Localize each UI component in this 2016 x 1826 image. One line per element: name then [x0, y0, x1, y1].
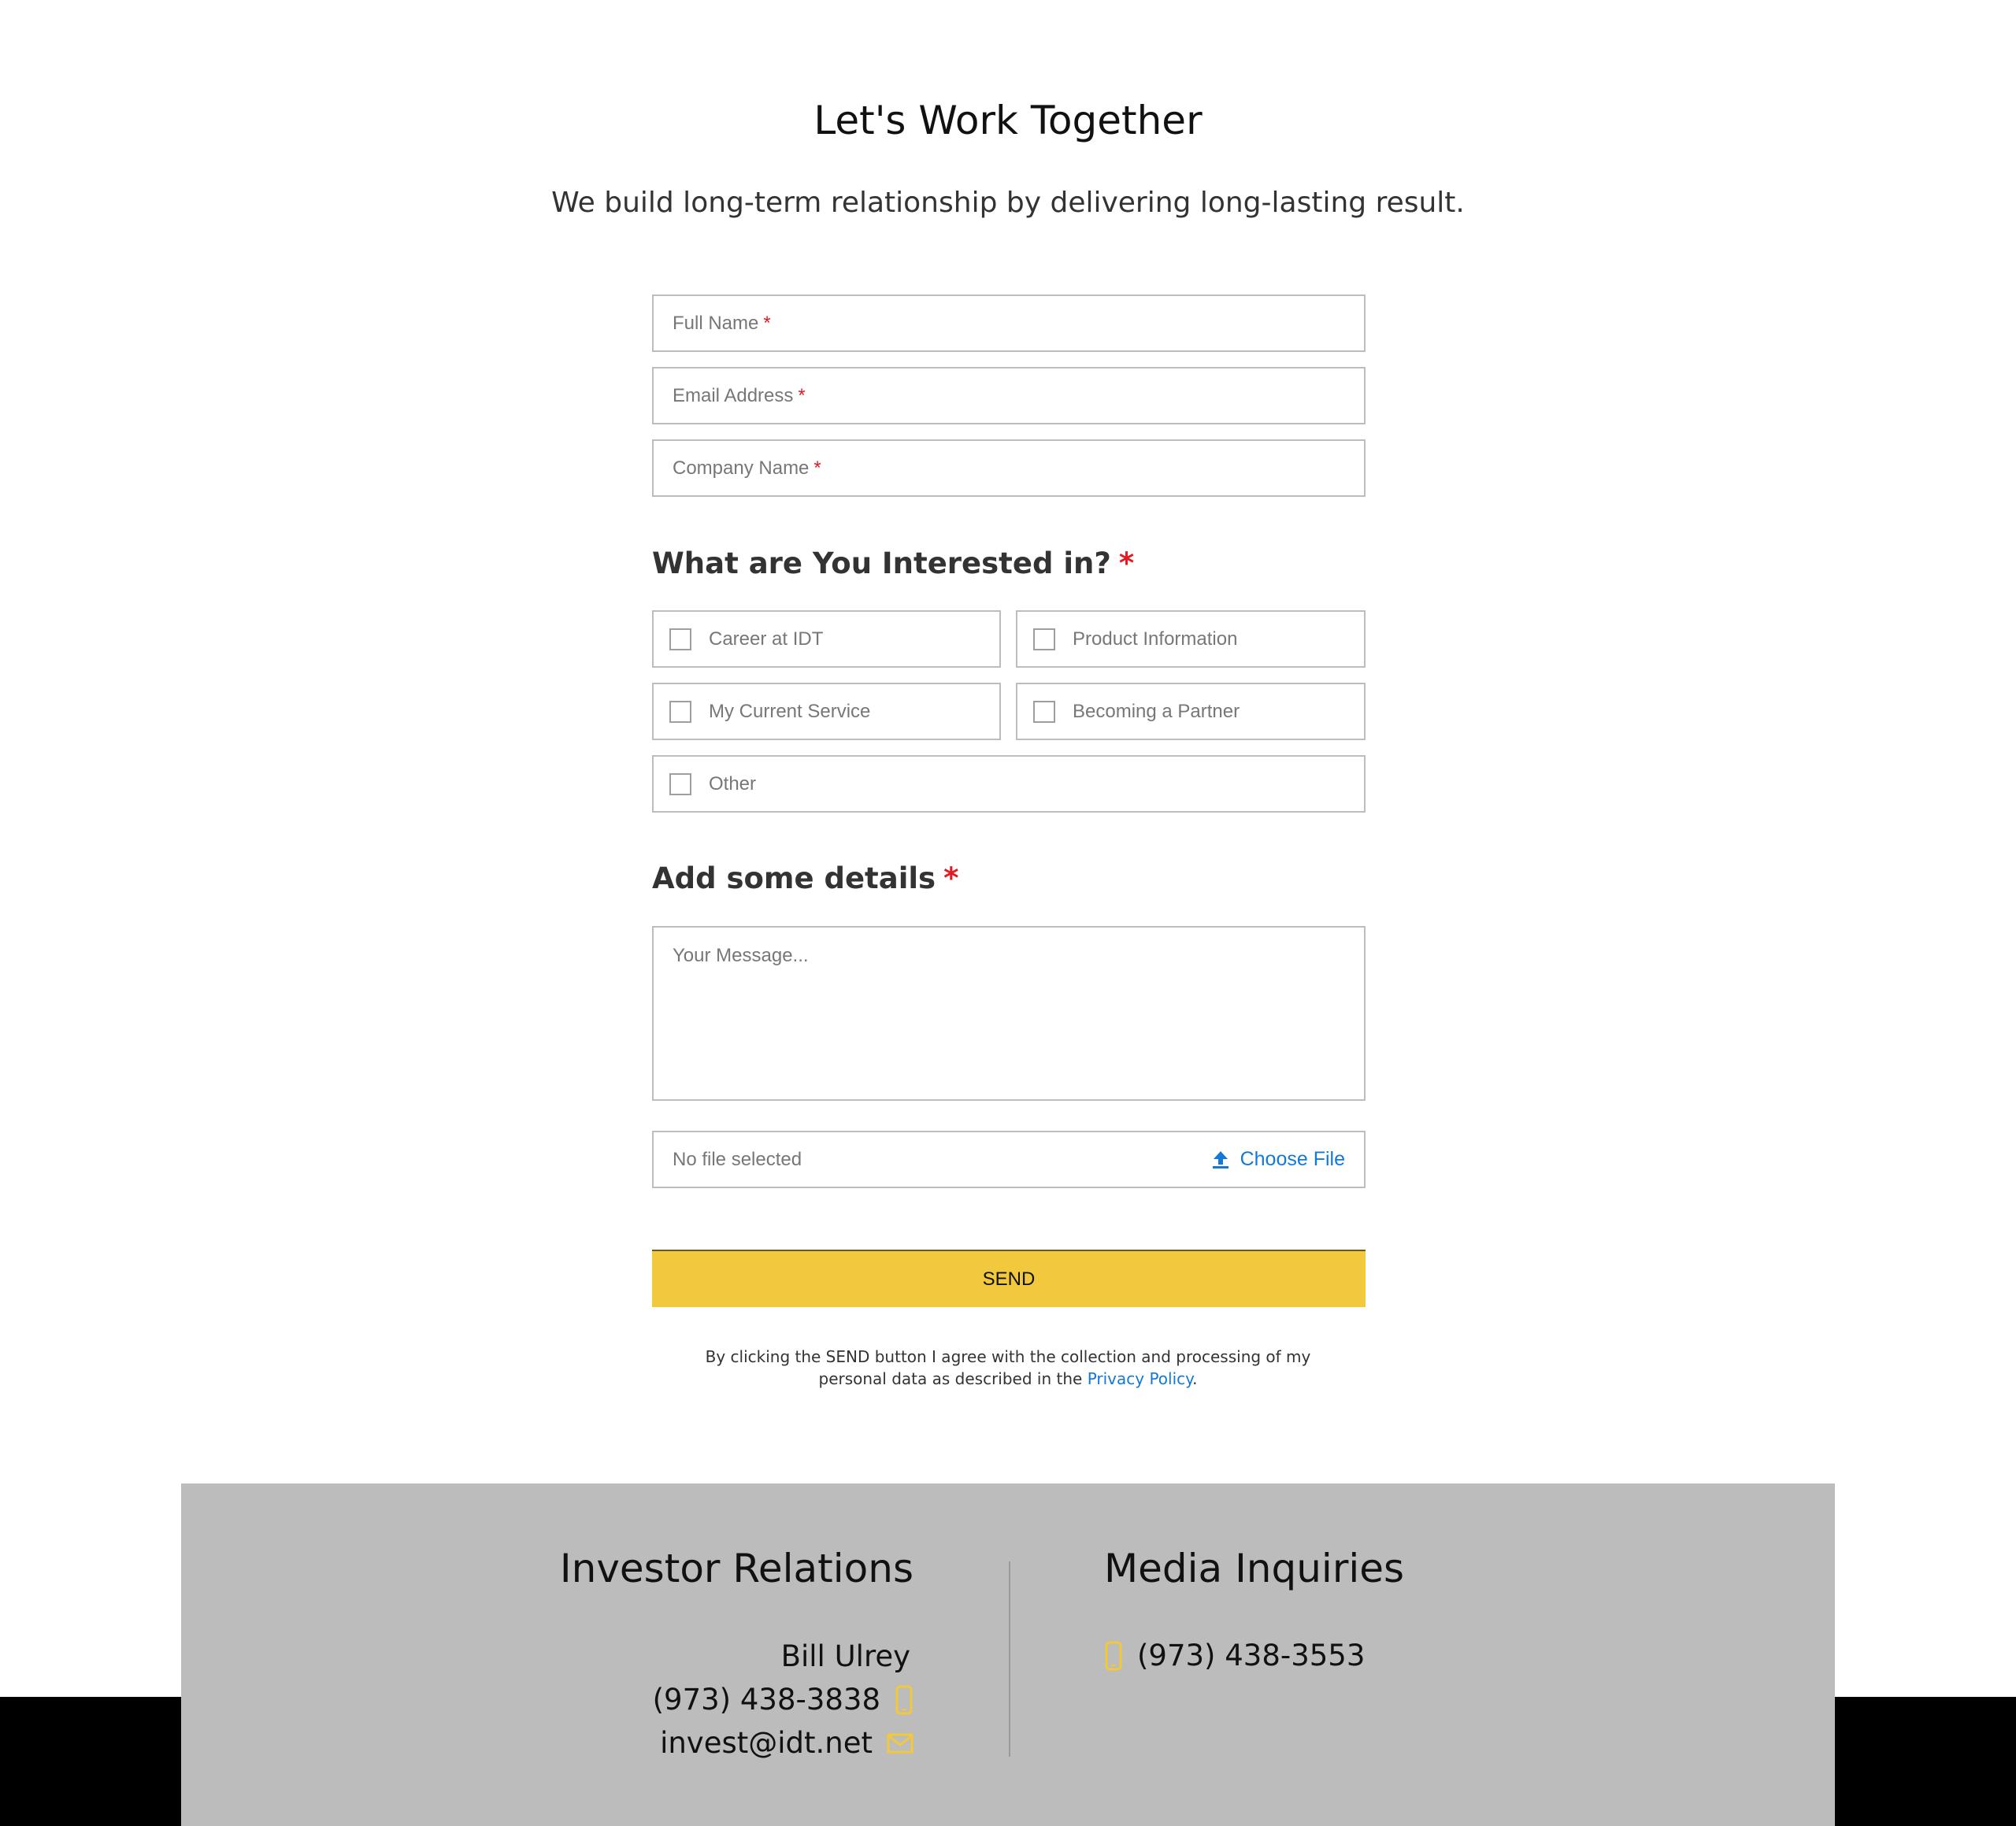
- company-placeholder: Company Name: [673, 457, 810, 479]
- consent-notice: By clicking the SEND button I agree with…: [0, 1346, 2016, 1390]
- consent-text: By clicking the SEND button I agree with…: [705, 1347, 1311, 1388]
- send-button[interactable]: SEND: [652, 1250, 1366, 1307]
- interest-option-current-service[interactable]: My Current Service: [652, 683, 1001, 740]
- footer-divider: [1009, 1561, 1010, 1757]
- investor-contact-name: Bill Ulrey: [441, 1637, 914, 1676]
- page-subtitle: We build long-term relationship by deliv…: [551, 187, 1465, 219]
- envelope-icon: [887, 1733, 914, 1754]
- investor-email[interactable]: invest@idt.net: [660, 1724, 873, 1763]
- interest-option-career[interactable]: Career at IDT: [652, 610, 1001, 668]
- company-name-field[interactable]: Company Name *: [652, 439, 1366, 497]
- file-upload-field: No file selected Choose File: [652, 1131, 1366, 1188]
- full-name-placeholder: Full Name: [673, 312, 759, 334]
- email-placeholder: Email Address: [673, 384, 794, 406]
- message-placeholder: Your Message...: [673, 945, 809, 966]
- investor-relations-title: Investor Relations: [559, 1546, 914, 1591]
- upload-icon: [1212, 1150, 1228, 1169]
- investor-phone[interactable]: (973) 438-3838: [653, 1680, 880, 1720]
- checkbox[interactable]: [1033, 700, 1055, 723]
- email-field[interactable]: Email Address *: [652, 367, 1366, 424]
- interest-label: Other: [709, 772, 757, 794]
- mobile-phone-icon: [1104, 1641, 1123, 1671]
- consent-suffix: .: [1192, 1369, 1198, 1388]
- interest-label: Becoming a Partner: [1073, 700, 1240, 722]
- investor-email-line: invest@idt.net: [441, 1724, 914, 1763]
- required-asterisk: *: [943, 861, 959, 895]
- required-asterisk: *: [1118, 546, 1135, 580]
- interest-label: My Current Service: [709, 700, 871, 722]
- mobile-phone-icon: [895, 1685, 914, 1715]
- media-phone-line: (973) 438-3553: [1104, 1636, 1365, 1676]
- file-status: No file selected: [673, 1148, 802, 1170]
- interest-option-partner[interactable]: Becoming a Partner: [1016, 683, 1366, 740]
- investor-name: Bill Ulrey: [780, 1639, 910, 1673]
- contacts-footer: [181, 1483, 1835, 1826]
- interest-option-other[interactable]: Other: [652, 755, 1366, 813]
- message-textarea[interactable]: Your Message...: [652, 926, 1366, 1101]
- details-heading: Add some details *: [652, 861, 958, 895]
- required-asterisk: *: [798, 384, 806, 406]
- page-title: Let's Work Together: [813, 98, 1203, 143]
- interest-label: Product Information: [1073, 628, 1238, 650]
- interest-label: Career at IDT: [709, 628, 824, 650]
- choose-file-button[interactable]: Choose File: [1212, 1148, 1345, 1171]
- media-phone[interactable]: (973) 438-3553: [1137, 1636, 1365, 1676]
- interests-heading: What are You Interested in? *: [652, 546, 1134, 580]
- checkbox[interactable]: [669, 628, 691, 650]
- interests-heading-text: What are You Interested in?: [652, 546, 1111, 580]
- checkbox[interactable]: [669, 772, 691, 795]
- details-heading-text: Add some details: [652, 861, 936, 895]
- full-name-field[interactable]: Full Name *: [652, 294, 1366, 352]
- required-asterisk: *: [763, 312, 771, 334]
- investor-phone-line: (973) 438-3838: [441, 1680, 914, 1720]
- choose-file-label: Choose File: [1240, 1148, 1345, 1170]
- media-inquiries-title: Media Inquiries: [1104, 1546, 1405, 1591]
- interest-option-product[interactable]: Product Information: [1016, 610, 1366, 668]
- privacy-policy-link[interactable]: Privacy Policy: [1088, 1369, 1192, 1388]
- checkbox[interactable]: [1033, 628, 1055, 650]
- checkbox[interactable]: [669, 700, 691, 723]
- required-asterisk: *: [813, 457, 821, 479]
